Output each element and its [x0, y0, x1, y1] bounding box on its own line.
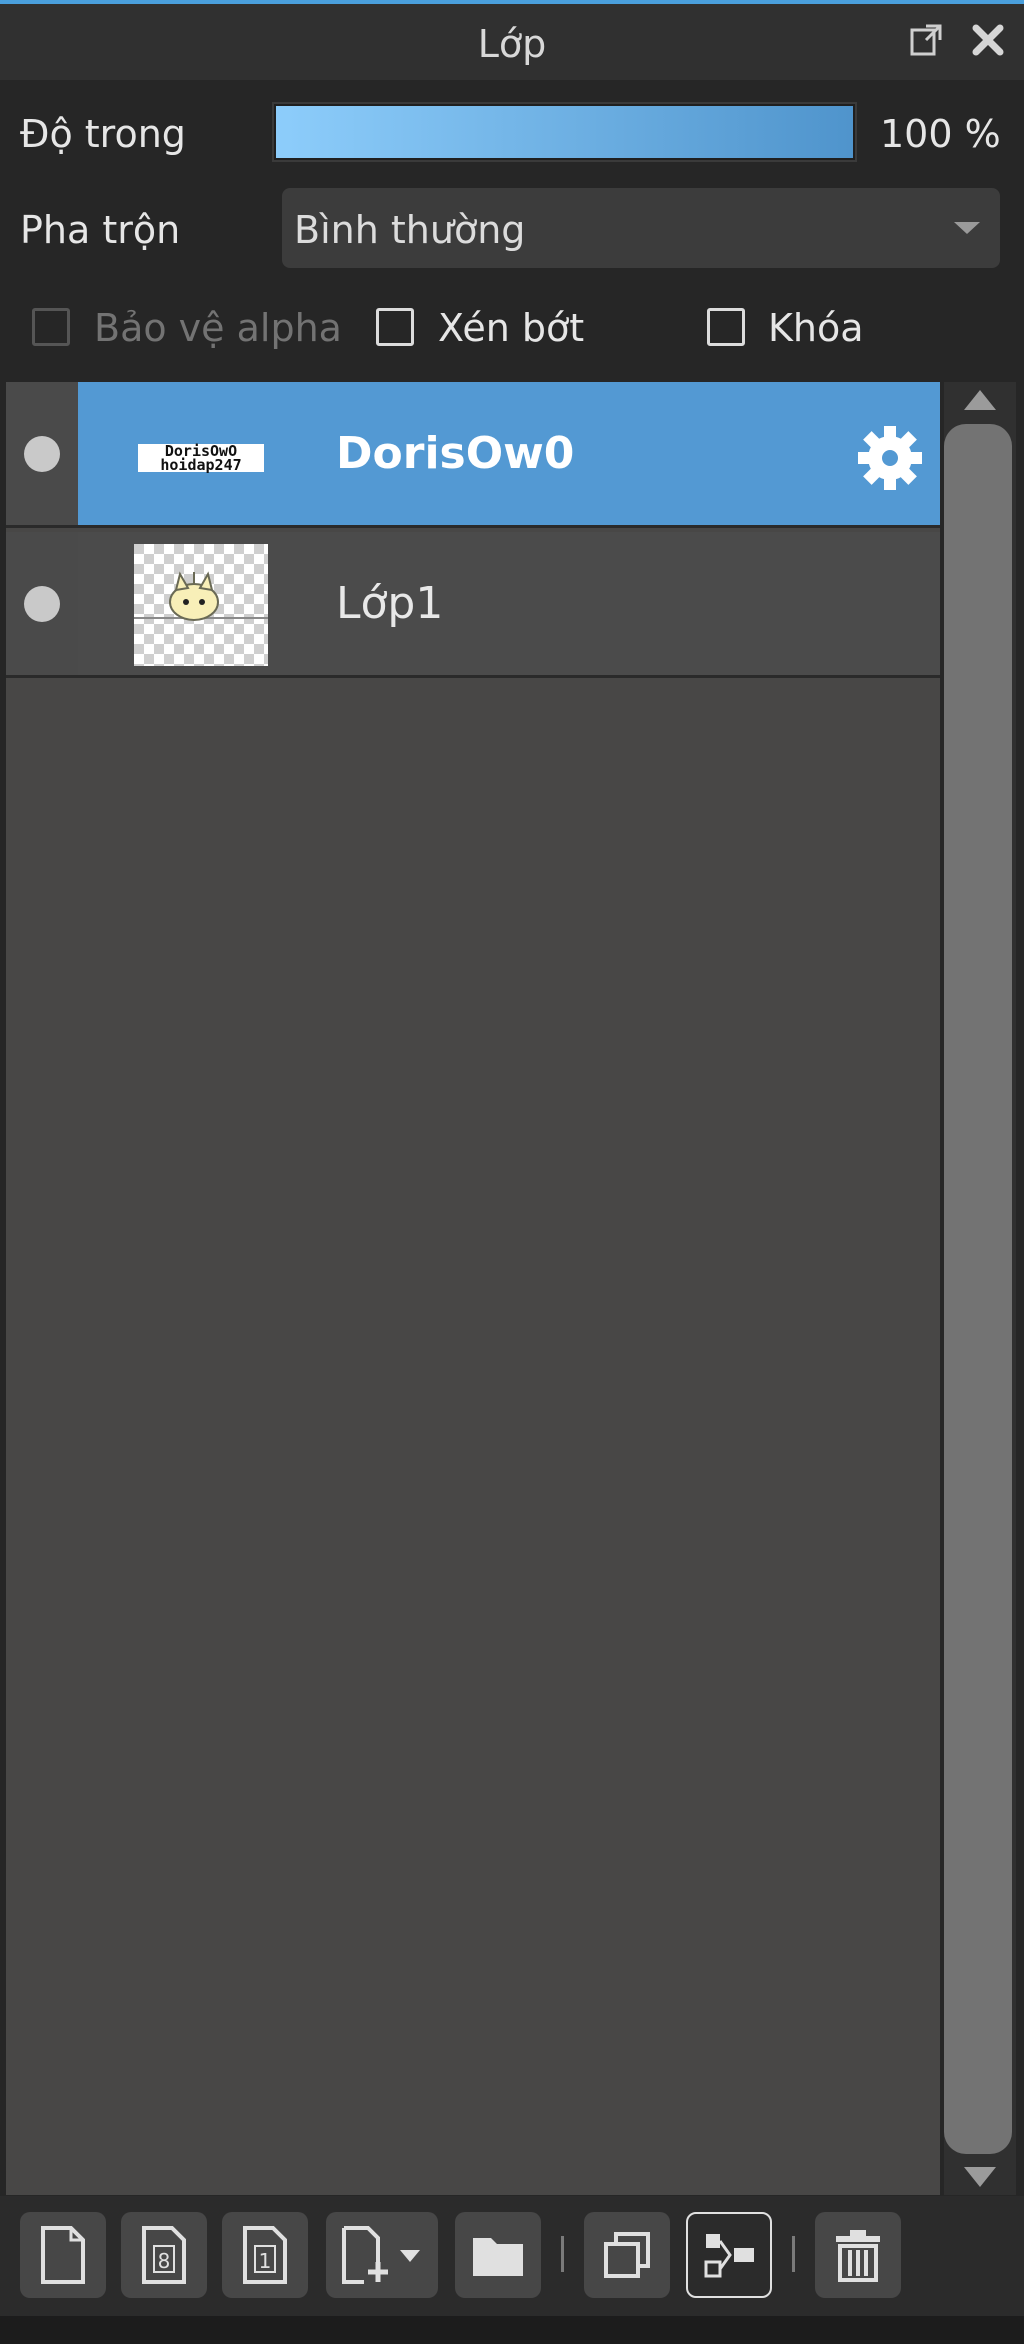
layers-panel: Lớp Độ trong 100 % Pha trộn Bình thường … [0, 0, 1024, 2344]
folder-icon [473, 2238, 523, 2276]
layer-visibility-handle[interactable] [6, 532, 78, 675]
layer-row[interactable]: DorisOwO hoidap247 DorisOw0 [6, 382, 940, 528]
opacity-slider[interactable] [272, 102, 857, 162]
clipping-label: Xén bớt [438, 306, 585, 350]
close-icon[interactable] [968, 20, 1008, 60]
panel-bottom-strip [0, 2316, 1024, 2344]
duplicate-layer-button[interactable] [584, 2212, 670, 2298]
new-layer-1bit-icon: 1 [243, 2226, 287, 2284]
merge-layer-button[interactable] [686, 2212, 772, 2298]
opacity-label: Độ trong [20, 112, 186, 156]
new-layer-button[interactable] [20, 2212, 106, 2298]
scrollbar-thumb[interactable] [944, 424, 1012, 2154]
new-layer-1bit-button[interactable]: 1 [222, 2212, 308, 2298]
scroll-up-icon[interactable] [964, 390, 996, 410]
duplicate-icon [604, 2232, 650, 2278]
toolbar-separator [792, 2236, 795, 2272]
visibility-dot-icon[interactable] [24, 586, 60, 622]
toolbar-separator [561, 2236, 564, 2272]
lock-label: Khóa [768, 306, 864, 350]
protect-alpha-checkbox[interactable] [32, 308, 70, 346]
chevron-down-icon [954, 222, 980, 234]
popout-icon[interactable] [906, 20, 946, 60]
blend-label: Pha trộn [20, 208, 181, 252]
layer-thumbnail: DorisOwO hoidap247 [134, 394, 268, 516]
new-layer-icon [41, 2226, 85, 2284]
add-layer-dropdown-icon [342, 2226, 420, 2284]
merge-icon [704, 2234, 754, 2278]
new-folder-button[interactable] [455, 2212, 541, 2298]
panel-title: Lớp [477, 22, 547, 66]
layer-row[interactable]: Lớp1 [6, 532, 940, 678]
blend-mode-select[interactable]: Bình thường [282, 188, 1000, 268]
svg-text:8: 8 [158, 2249, 171, 2273]
layer-name: DorisOw0 [336, 428, 575, 479]
layer-toolbar: 8 1 [0, 2196, 1024, 2316]
svg-text:1: 1 [259, 2249, 272, 2273]
layer-visibility-handle[interactable] [6, 382, 78, 525]
clipping-checkbox[interactable] [376, 308, 414, 346]
vertical-scrollbar[interactable] [944, 382, 1016, 2195]
gear-icon[interactable] [854, 422, 926, 494]
scroll-down-icon[interactable] [964, 2167, 996, 2187]
delete-layer-button[interactable] [815, 2212, 901, 2298]
lock-checkbox[interactable] [707, 308, 745, 346]
thumb-text-line-2: hoidap247 [160, 456, 241, 474]
protect-alpha-label: Bảo vệ alpha [94, 306, 342, 350]
add-layer-dropdown-button[interactable] [326, 2212, 438, 2298]
visibility-dot-icon[interactable] [24, 436, 60, 472]
new-layer-8bit-button[interactable]: 8 [121, 2212, 207, 2298]
blend-mode-value: Bình thường [294, 208, 526, 252]
panel-titlebar: Lớp [0, 4, 1024, 80]
delete-icon [836, 2230, 880, 2282]
layer-thumbnail [134, 544, 268, 666]
opacity-slider-fill [276, 106, 853, 158]
opacity-value: 100 % [880, 112, 1001, 156]
layer-name: Lớp1 [336, 578, 444, 629]
new-layer-8bit-icon: 8 [142, 2226, 186, 2284]
